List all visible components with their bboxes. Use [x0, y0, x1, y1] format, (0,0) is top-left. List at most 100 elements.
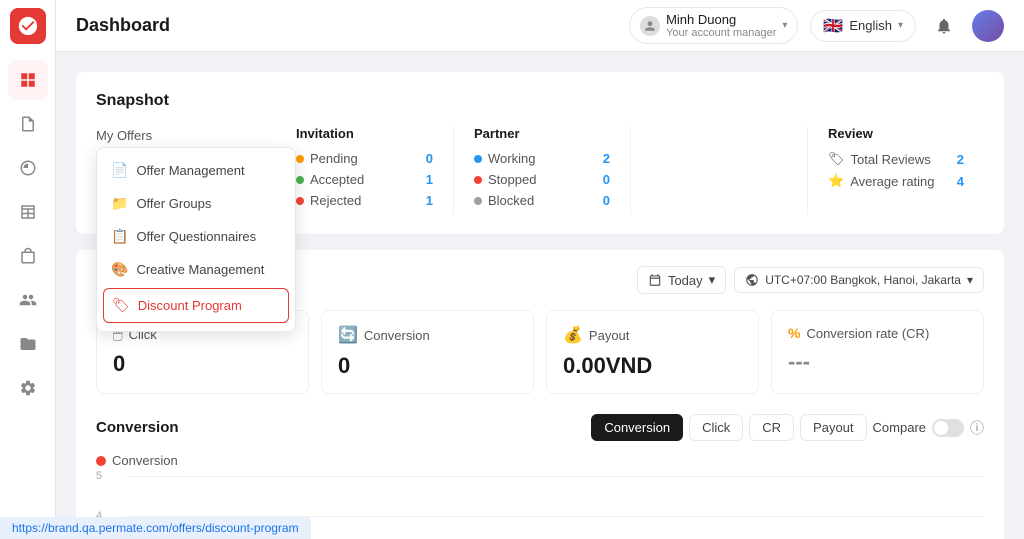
chart-btn-conversion[interactable]: Conversion — [591, 414, 683, 441]
compare-label: Compare — [873, 420, 926, 435]
offer-management-icon: 📄 — [111, 162, 128, 179]
sidebar-item-offers[interactable] — [8, 236, 48, 276]
menu-item-creative-management-label: Creative Management — [136, 262, 264, 277]
sidebar-item-document[interactable] — [8, 104, 48, 144]
language-label: English — [849, 18, 892, 33]
menu-item-offer-management[interactable]: 📄 Offer Management — [97, 154, 295, 187]
cr-icon: % — [788, 325, 800, 341]
grid-icon — [19, 71, 37, 89]
review-title: Review — [828, 126, 964, 141]
review-section: Review 🏷 Total Reviews 2 ⭐ Average ratin… — [807, 126, 984, 214]
empty-section — [630, 126, 807, 214]
timezone-selector[interactable]: UTC+07:00 Bangkok, Hanoi, Jakarta ▾ — [734, 267, 984, 293]
invitation-rejected-row: Rejected 1 — [296, 193, 433, 208]
chart-title: Conversion — [96, 419, 179, 436]
working-dot — [474, 155, 482, 163]
blocked-dot — [474, 197, 482, 205]
metric-conversion: 🔄 Conversion 0 — [321, 310, 534, 394]
offer-questionnaires-icon: 📋 — [111, 228, 128, 245]
menu-item-offer-management-label: Offer Management — [136, 163, 244, 178]
chart-controls: Conversion Click CR Payout Compare ⓘ — [591, 414, 984, 441]
invitation-section: Invitation Pending 0 Accepted 1 — [276, 126, 453, 214]
date-selector-label: Today — [668, 273, 703, 288]
snapshot-card: Snapshot My Offers 📄 Offer Management 📁 … — [76, 72, 1004, 234]
partner-stopped-row: Stopped 0 — [474, 172, 610, 187]
partner-blocked-value: 0 — [603, 193, 610, 208]
date-chevron-icon: ▾ — [709, 272, 716, 288]
account-selector[interactable]: Minh Duong Your account manager ▾ — [629, 7, 798, 44]
sidebar-item-users[interactable] — [8, 280, 48, 320]
language-selector[interactable]: 🇬🇧 English ▾ — [810, 10, 916, 42]
info-icon[interactable]: ⓘ — [970, 418, 984, 438]
sidebar-item-table[interactable] — [8, 192, 48, 232]
stopped-dot — [474, 176, 482, 184]
globe-icon — [745, 273, 759, 287]
sidebar-item-analytics[interactable] — [8, 148, 48, 188]
review-total-value: 2 — [957, 152, 964, 167]
creative-management-icon: 🎨 — [111, 261, 128, 278]
account-info: Minh Duong Your account manager — [666, 12, 776, 39]
my-offers-label[interactable]: My Offers — [96, 128, 296, 143]
menu-item-discount-program-label: Discount Program — [138, 298, 242, 313]
sidebar-item-dashboard[interactable] — [8, 60, 48, 100]
date-selector[interactable]: Today ▾ — [637, 266, 726, 294]
invitation-accepted-row: Accepted 1 — [296, 172, 433, 187]
page-title: Dashboard — [76, 15, 617, 36]
pending-dot — [296, 155, 304, 163]
notification-button[interactable] — [928, 10, 960, 42]
invitation-pending-value: 0 — [426, 151, 433, 166]
gear-icon — [19, 379, 37, 397]
account-role: Your account manager — [666, 27, 776, 39]
chart-btn-click[interactable]: Click — [689, 414, 743, 441]
menu-item-offer-groups[interactable]: 📁 Offer Groups — [97, 187, 295, 220]
chart-legend: Conversion — [96, 453, 984, 468]
chart-btn-cr[interactable]: CR — [749, 414, 794, 441]
logo[interactable] — [10, 8, 46, 44]
invitation-pending-row: Pending 0 — [296, 151, 433, 166]
star-icon: ⭐ — [828, 173, 844, 189]
payout-icon: 💰 — [563, 325, 583, 345]
invitation-title: Invitation — [296, 126, 433, 141]
invitation-pending-label: Pending — [296, 151, 358, 166]
avatar[interactable] — [972, 10, 1004, 42]
partner-blocked-row: Blocked 0 — [474, 193, 610, 208]
sidebar-item-files[interactable] — [8, 324, 48, 364]
flag-icon: 🇬🇧 — [823, 16, 843, 36]
account-chevron-icon: ▾ — [782, 20, 787, 31]
invitation-accepted-value: 1 — [426, 172, 433, 187]
sidebar — [0, 0, 56, 539]
menu-item-discount-program[interactable]: 🏷 Discount Program — [103, 288, 289, 323]
calendar-icon — [648, 273, 662, 287]
review-rating-label: ⭐ Average rating — [828, 173, 935, 189]
document-icon — [19, 115, 37, 133]
account-icon — [640, 16, 660, 36]
metric-conversion-value: 0 — [338, 353, 517, 379]
chart-btn-payout[interactable]: Payout — [800, 414, 866, 441]
table-icon — [19, 203, 37, 221]
chart-y-label-5: 5 — [96, 470, 102, 482]
compare-toggle[interactable] — [932, 419, 964, 437]
sidebar-item-settings[interactable] — [8, 368, 48, 408]
users-icon — [19, 291, 37, 309]
discount-program-icon: 🏷 — [112, 297, 130, 314]
snapshot-title: Snapshot — [96, 92, 984, 110]
invitation-accepted-label: Accepted — [296, 172, 364, 187]
review-total-label: 🏷 Total Reviews — [828, 151, 931, 167]
rejected-dot — [296, 197, 304, 205]
chart-circle-icon — [19, 159, 37, 177]
menu-item-offer-questionnaires[interactable]: 📋 Offer Questionnaires — [97, 220, 295, 253]
partner-stopped-value: 0 — [603, 172, 610, 187]
url-bar: https://brand.qa.permate.com/offers/disc… — [0, 517, 311, 539]
partner-stopped-label: Stopped — [474, 172, 536, 187]
chart-legend-label: Conversion — [112, 453, 178, 468]
metric-cr-value: --- — [788, 349, 967, 375]
partner-working-row: Working 2 — [474, 151, 610, 166]
menu-item-offer-questionnaires-label: Offer Questionnaires — [136, 229, 256, 244]
partner-blocked-label: Blocked — [474, 193, 534, 208]
header: Dashboard Minh Duong Your account manage… — [56, 0, 1024, 52]
folder-icon — [19, 335, 37, 353]
offers-dropdown-menu: 📄 Offer Management 📁 Offer Groups 📋 Offe… — [96, 147, 296, 332]
menu-item-creative-management[interactable]: 🎨 Creative Management — [97, 253, 295, 286]
metric-payout-label: 💰 Payout — [563, 325, 742, 345]
language-chevron-icon: ▾ — [898, 20, 903, 31]
